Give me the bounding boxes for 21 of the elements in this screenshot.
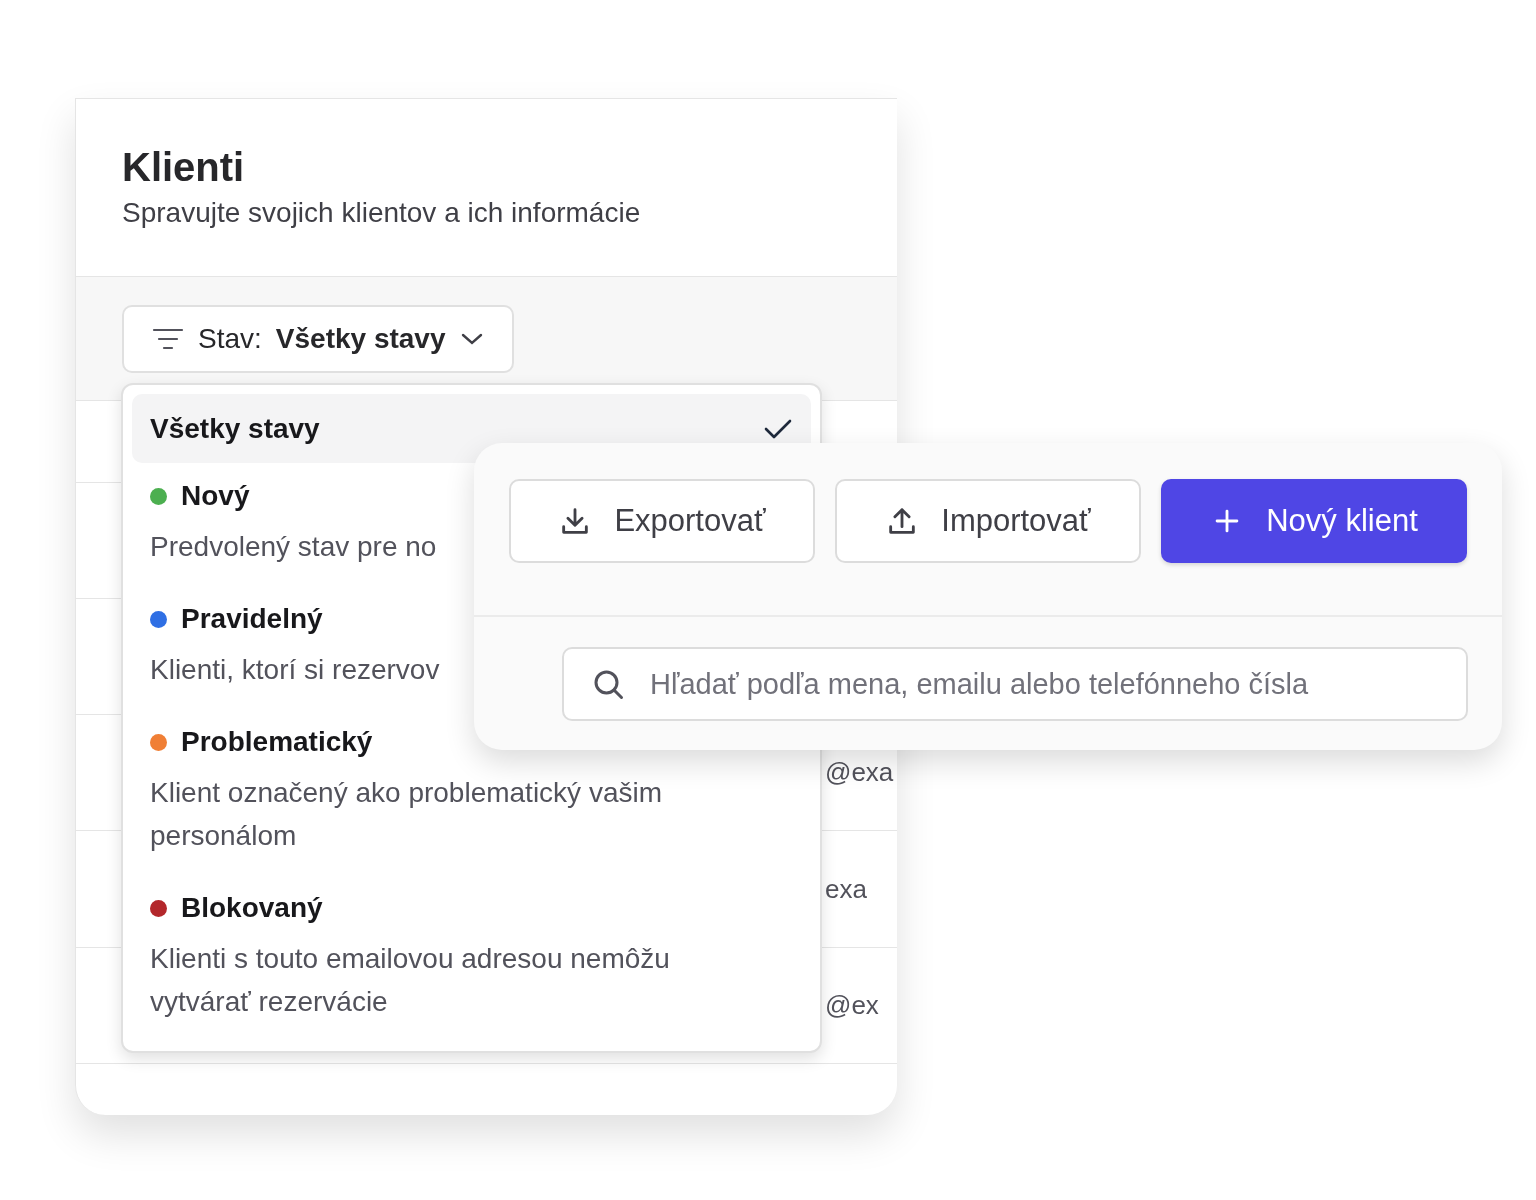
page-title: Klienti: [122, 144, 246, 191]
import-button[interactable]: Importovať: [835, 479, 1141, 563]
status-label: Pravidelný: [181, 602, 324, 636]
new-button[interactable]: Nový klient: [1161, 479, 1467, 563]
status-label: Všetky stavy: [150, 411, 321, 446]
status-description: Klient označený ako problematický vašim personálom: [150, 776, 663, 853]
status-label: Problematický: [181, 725, 374, 759]
status-description: Klienti, ktorí si rezervov: [150, 653, 440, 687]
page-subtitle: Spravujte svojich klientov a ich informácie: [122, 196, 642, 230]
status-label: Blokovaný: [181, 891, 324, 925]
filter-icon: [152, 327, 184, 351]
email-text: @exa: [825, 756, 894, 789]
status-filter-button[interactable]: Stav: Všetky stavy: [122, 305, 514, 373]
export-button[interactable]: Exportovať: [509, 479, 815, 563]
status-label: Nový: [181, 479, 251, 513]
search-field[interactable]: Hľadať podľa mena, emailu alebo telefónneho čísla: [562, 647, 1468, 721]
email-text: @ex: [825, 989, 879, 1022]
chevron-down-icon: [459, 332, 484, 346]
email-text: exa: [825, 872, 867, 906]
status-description: Klienti s touto emailovou adresou nemôžu vytvárať rezervácie: [150, 942, 671, 1019]
status-description: Predvolený stav pre no: [150, 530, 437, 564]
